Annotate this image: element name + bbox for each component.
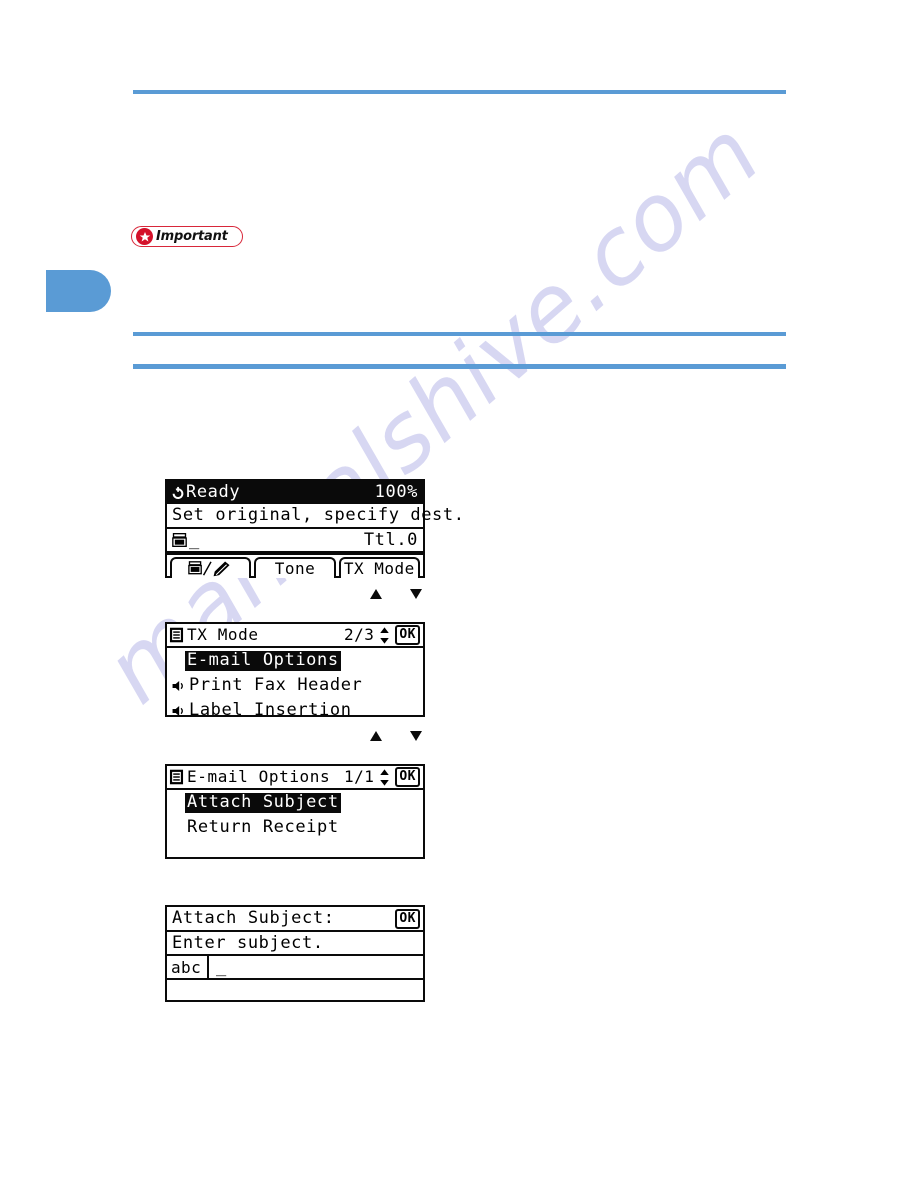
attach-subject-header: Attach Subject: OK [167,907,423,932]
menu-item-return-receipt[interactable]: Return Receipt [167,815,423,840]
status-message-row: Set original, specify dest. [167,504,464,529]
softkey-bar: Tone TX Mode [167,553,423,578]
step-arrows-1 [370,589,422,599]
menu-item-print-fax-header[interactable]: Print Fax Header [167,673,423,698]
menu-item-attach-subject[interactable]: Attach Subject [167,790,423,815]
candidate-row [167,980,423,1000]
chapter-tab [46,270,111,312]
subject-input-row[interactable]: abc _ [167,956,423,980]
total-destinations: Ttl.0 [363,529,418,550]
star-icon [136,228,153,245]
speaker-icon [171,704,185,718]
down-triangle-icon [410,589,422,599]
tx-mode-page-count: 2/3 [343,625,375,644]
tx-mode-ok-button[interactable]: OK [395,625,420,645]
email-options-title: E-mail Options [187,767,331,786]
fax-pen-softkey[interactable] [170,557,252,578]
down-triangle-icon [410,731,422,741]
menu-item-label: Print Fax Header [189,674,363,695]
section-rule-upper [133,332,786,336]
email-options-ok-button[interactable]: OK [395,767,420,787]
status-title-bar: Ready 100% [167,481,423,504]
section-rule-lower [133,364,786,369]
attach-subject-message-row: Enter subject. [167,932,423,956]
subject-input[interactable]: _ [209,956,423,978]
menu-item-label: Attach Subject [185,791,341,813]
up-triangle-icon [370,731,382,741]
attach-subject-ok-button[interactable]: OK [395,908,420,929]
fax-machine-icon [171,532,188,548]
attach-subject-title: Attach Subject: [172,908,335,928]
header-rule-top [133,90,786,94]
tone-softkey-label: Tone [274,558,316,578]
up-triangle-icon [370,589,382,599]
menu-item-email-options[interactable]: E-mail Options [167,648,423,673]
important-callout: Important [131,226,243,247]
tx-mode-softkey-label: TX Mode [343,558,415,578]
up-down-arrows-icon[interactable] [379,768,390,786]
email-options-page-count: 1/1 [343,767,375,786]
attach-subject-entry-screen: Attach Subject: OK Enter subject. abc _ [165,905,425,1002]
tx-mode-softkey[interactable]: TX Mode [338,557,420,578]
ime-mode-indicator[interactable]: abc [167,956,209,978]
important-label: Important [156,228,228,244]
step-arrows-2 [370,731,422,741]
up-down-arrows-icon[interactable] [379,626,390,644]
power-standby-icon [171,486,185,500]
destination-cursor: _ [189,529,200,550]
attach-subject-message: Enter subject. [172,932,324,953]
status-title: Ready [186,482,241,502]
email-options-screen: E-mail Options 1/1 OK Attach Subject Ret… [165,764,425,859]
menu-item-label: E-mail Options [185,649,341,671]
menu-item-label-insertion[interactable]: Label Insertion [167,698,423,723]
list-document-icon [169,769,184,785]
speaker-icon [171,679,185,693]
menu-item-label: Label Insertion [189,699,352,720]
list-document-icon [169,627,184,643]
tx-mode-header: TX Mode 2/3 OK [167,624,423,648]
tx-mode-screen: TX Mode 2/3 OK E-mail Options Print Fax … [165,622,425,718]
menu-item-label: Return Receipt [187,816,339,837]
email-options-header: E-mail Options 1/1 OK [167,766,423,790]
fax-and-pen-icon [187,560,234,577]
tone-softkey[interactable]: Tone [254,557,336,578]
tx-mode-title: TX Mode [187,625,259,644]
zoom-level: 100% [374,482,418,502]
fax-status-screen: Ready 100% Set original, specify dest. _… [165,479,464,578]
status-message: Set original, specify dest. [172,505,465,525]
destination-row[interactable]: _ Ttl.0 [167,529,423,553]
